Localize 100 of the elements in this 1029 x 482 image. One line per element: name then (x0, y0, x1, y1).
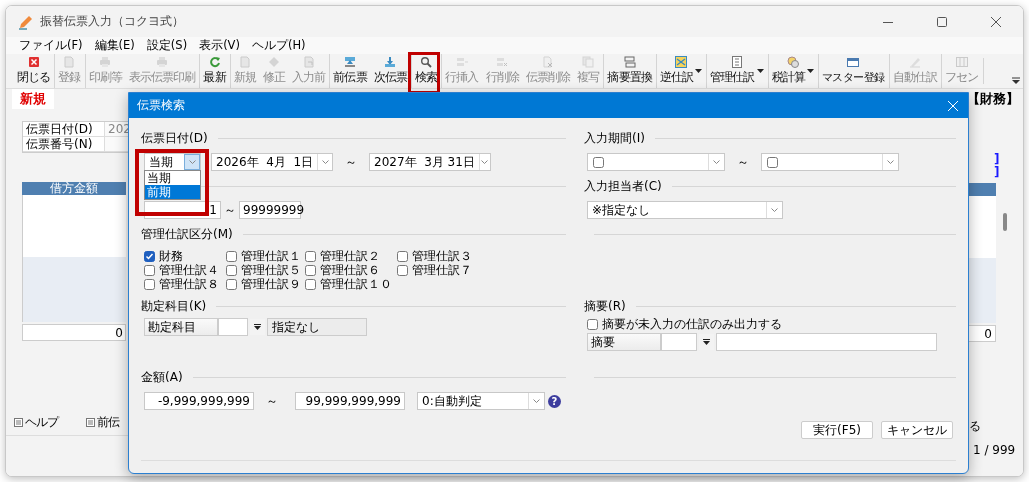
checkbox-label: 管理仕訳１０ (320, 276, 392, 293)
menu-item[interactable]: 表示(V) (199, 38, 240, 53)
checkbox[interactable] (767, 156, 778, 168)
scrollbar-thumb[interactable] (1003, 213, 1007, 231)
checkbox[interactable] (144, 250, 155, 262)
chevron-icon (771, 208, 778, 212)
function-key-label[interactable]: 前伝 (97, 413, 119, 431)
toolbar-button[interactable]: 管理仕訳 (706, 54, 766, 88)
checkbox-label: 管理仕訳２ (320, 247, 380, 264)
mode-tab[interactable]: 新規 (12, 89, 54, 109)
chevron-icon (321, 160, 329, 164)
menu-item[interactable]: ヘルプ(H) (251, 38, 306, 53)
code-field[interactable] (661, 333, 697, 351)
delete-row-icon (496, 56, 509, 68)
toolbar-button[interactable]: 次伝票 (370, 54, 409, 88)
function-key-label[interactable]: る (968, 418, 1023, 435)
section-label: 金額(A) (141, 368, 183, 386)
checkbox-label: 管理仕訳８ (159, 276, 219, 293)
function-key-label[interactable]: ヘルプ (25, 413, 58, 431)
checkbox[interactable] (587, 318, 598, 330)
pencil-icon (18, 13, 34, 30)
checkbox-label: 摘要が未入力の仕訳のみ出力する (602, 315, 782, 333)
range-separator: ～ (224, 201, 236, 219)
code-field[interactable] (218, 318, 248, 336)
total-cell: 0 (22, 324, 126, 341)
checkbox[interactable] (226, 278, 237, 290)
section-label: 摘要(R) (584, 297, 626, 315)
dialog-button[interactable]: キャンセル (881, 421, 953, 439)
section-label: 伝票日付(D) (141, 129, 208, 147)
bracket-mark: ] (993, 153, 1001, 166)
column-header: 借方金額 (22, 182, 126, 195)
caret-icon (756, 69, 764, 73)
maximize-icon[interactable] (937, 16, 947, 27)
caret-icon (695, 69, 703, 73)
toolbar-button[interactable]: マスター登録 (817, 54, 887, 88)
caret-icon (806, 69, 814, 73)
printer-icon (156, 56, 169, 68)
help-icon[interactable]: ? (548, 394, 561, 408)
checkbox-label: 管理仕訳７ (412, 262, 472, 279)
field-value[interactable] (105, 137, 128, 152)
checkbox[interactable] (226, 250, 237, 262)
refresh-icon (208, 56, 221, 68)
dropdown-option[interactable]: 前期 (145, 185, 200, 199)
chevron-icon (713, 160, 720, 164)
toolbar-button[interactable]: 閉じる (14, 54, 53, 88)
toolbar-button[interactable]: 税計算 (767, 54, 816, 88)
toolbar-button[interactable]: 最新 (199, 54, 228, 88)
section-label: 勘定科目(K) (141, 297, 207, 315)
tray-down-icon (384, 56, 397, 68)
dropdown-icon (254, 323, 261, 331)
column-header (968, 183, 996, 196)
checkbox[interactable] (144, 278, 155, 290)
toolbar-button[interactable]: 摘要置換 (603, 54, 654, 88)
search-icon (420, 56, 433, 68)
amount-field[interactable]: -9,999,999,999 (144, 392, 254, 410)
date-combo[interactable]: 2026年 4月 1日 (211, 153, 333, 171)
toolbar-button[interactable]: 逆仕訳 (655, 54, 705, 88)
checkbox[interactable] (397, 250, 408, 262)
field-label: 摘要 (587, 333, 661, 351)
range-separator: ～ (737, 153, 749, 171)
page-counter: 1 / 999 (972, 443, 1017, 457)
menu-item[interactable]: 設定(S) (146, 38, 188, 53)
toolbar-button[interactable]: 検索 (411, 54, 440, 88)
overflow-icon[interactable] (1012, 77, 1020, 85)
swap-icon (675, 56, 687, 68)
replace-icon (623, 56, 636, 68)
section-label: 管理仕訳区分(M) (141, 225, 233, 243)
checkbox[interactable] (226, 264, 237, 276)
dropdown-icon (703, 338, 710, 346)
checkbox[interactable] (144, 264, 155, 276)
section-label: 入力期間(I) (584, 129, 645, 147)
summary-field[interactable] (716, 333, 937, 351)
checkbox-label: 管理仕訳３ (412, 247, 472, 264)
section-label: 入力担当者(C) (584, 177, 662, 195)
checkbox[interactable] (593, 156, 604, 168)
document-icon (238, 56, 251, 68)
mode-combo[interactable]: 0:自動判定 (417, 392, 545, 410)
date-combo[interactable]: 2027年 3月 31日 (369, 153, 491, 171)
period-combo[interactable]: 当期 (144, 153, 201, 171)
bracket-mark: ] (993, 166, 1001, 179)
checkbox[interactable] (305, 250, 316, 262)
dialog-title: 伝票検索 (137, 97, 185, 114)
dropdown-option[interactable]: 当期 (145, 171, 200, 185)
document-icon (302, 56, 315, 68)
menu-item[interactable]: ファイル(F) (19, 38, 83, 53)
checkbox-label: 管理仕訳５ (241, 262, 301, 278)
amount-field[interactable]: 99,999,999,999 (295, 392, 405, 410)
close-icon[interactable] (991, 16, 1001, 27)
checkbox[interactable] (397, 264, 408, 276)
checkbox-label: 管理仕訳４ (159, 262, 219, 278)
toolbar-button[interactable]: 前伝票 (329, 54, 369, 88)
operator-combo[interactable]: ※指定なし (587, 201, 783, 219)
field-label: 勘定科目 (144, 318, 218, 336)
checkbox[interactable] (305, 278, 316, 290)
menu-item[interactable]: 編集(E) (94, 38, 135, 53)
tray-up-icon (344, 56, 356, 68)
range-separator: ～ (345, 153, 357, 171)
checkbox[interactable] (305, 264, 316, 276)
copy-icon (582, 56, 595, 68)
dialog-button[interactable]: 実行(F5) (801, 421, 873, 439)
